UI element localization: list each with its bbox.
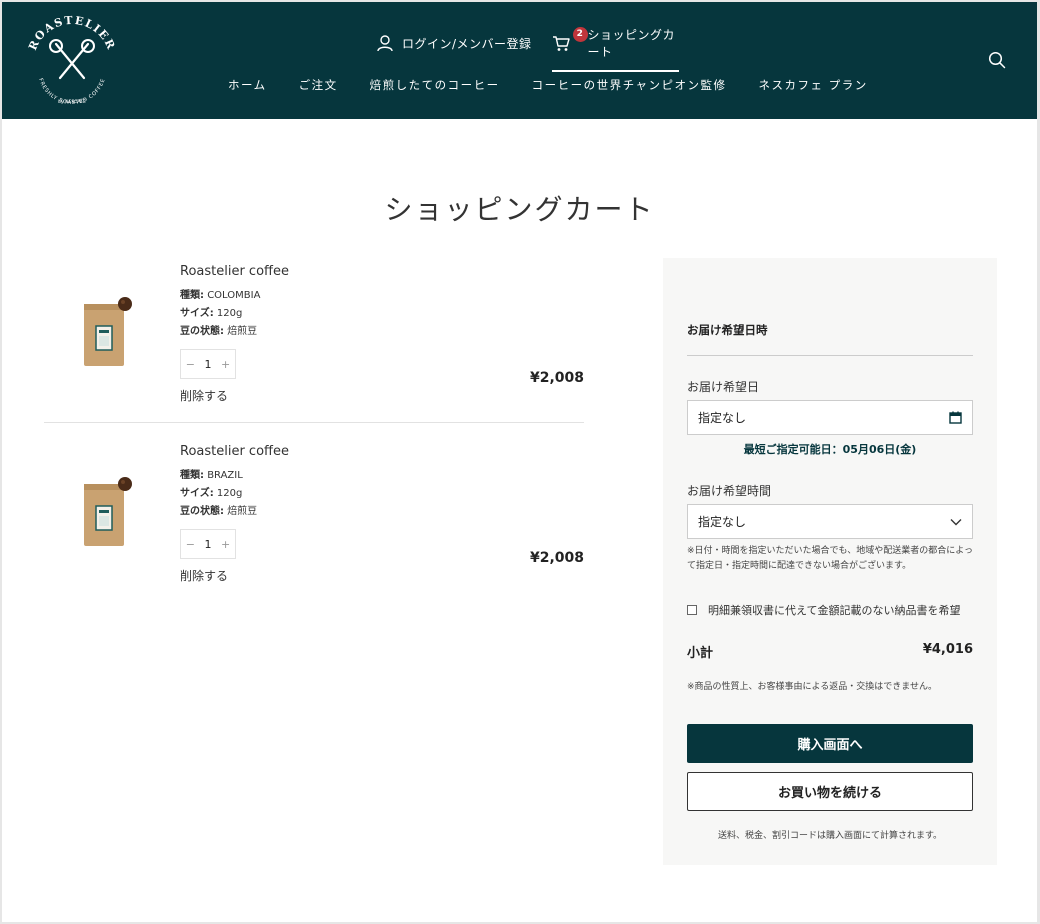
nav-item-order[interactable]: ご注文 bbox=[299, 77, 338, 93]
checkout-button[interactable]: 購入画面へ bbox=[687, 724, 973, 763]
item-attr-bean: 豆の状態: 焙煎豆 bbox=[180, 326, 258, 337]
qty-decrease-button[interactable]: − bbox=[186, 538, 195, 551]
quantity-stepper: − 1 + bbox=[180, 349, 236, 379]
cart-label: ショッピングカート bbox=[587, 28, 676, 59]
qty-decrease-button[interactable]: − bbox=[186, 358, 195, 371]
continue-shopping-button[interactable]: お買い物を続ける bbox=[687, 772, 973, 811]
logo-title: ROASTELIER bbox=[26, 14, 116, 53]
login-label: ログイン/メンバー登録 bbox=[402, 36, 532, 51]
account-links: ログイン/メンバー登録 2 ショッピングカート bbox=[376, 26, 679, 72]
receipt-option-row[interactable]: 明細兼領収書に代えて金額記載のない納品書を希望 bbox=[687, 602, 973, 618]
cart-item: Roastelier coffee 種類: COLOMBIA サイズ: 120g… bbox=[44, 260, 584, 423]
item-attr-type: 種類: COLOMBIA bbox=[180, 290, 261, 301]
product-image bbox=[84, 297, 132, 366]
delivery-time-label: お届け希望時間 bbox=[687, 484, 772, 498]
page-title: ショッピングカート bbox=[384, 193, 655, 226]
login-link[interactable]: ログイン/メンバー登録 bbox=[376, 34, 532, 64]
site-header: ROASTELIER FRESHLY ROASTED COFFEE by NES… bbox=[2, 2, 1037, 119]
remove-item-link[interactable]: 削除する bbox=[180, 387, 289, 404]
roastelier-logo-icon: ROASTELIER FRESHLY ROASTED COFFEE by NES… bbox=[26, 14, 118, 106]
nav-item-plan[interactable]: ネスカフェ プラン bbox=[759, 77, 868, 93]
item-attr-size: サイズ: 120g bbox=[180, 308, 243, 319]
user-icon bbox=[377, 35, 393, 52]
nav-item-champion[interactable]: コーヒーの世界チャンピオン監修 bbox=[532, 77, 727, 93]
item-attr-size: サイズ: 120g bbox=[180, 488, 243, 499]
brand-logo[interactable]: ROASTELIER FRESHLY ROASTED COFFEE by NES… bbox=[26, 14, 118, 110]
remove-item-link[interactable]: 削除する bbox=[180, 567, 289, 584]
cart-icon bbox=[552, 35, 570, 51]
delivery-time-select[interactable]: 指定なし bbox=[687, 504, 973, 539]
item-price: ¥2,008 bbox=[529, 370, 584, 386]
subtotal-label: 小計 bbox=[687, 646, 714, 661]
cart-count-badge: 2 bbox=[572, 26, 588, 42]
logo-by: by NESCAFÉ bbox=[58, 97, 86, 105]
item-attr-bean: 豆の状態: 焙煎豆 bbox=[180, 506, 258, 517]
delivery-heading: お届け希望日時 bbox=[687, 323, 768, 337]
svg-text:ROASTELIER: ROASTELIER bbox=[26, 14, 118, 52]
item-details: Roastelier coffee 種類: BRAZIL サイズ: 120g 豆… bbox=[180, 444, 289, 584]
receipt-option-checkbox[interactable] bbox=[687, 605, 697, 615]
cart-icon-wrap: 2 bbox=[552, 26, 588, 52]
cart-link[interactable]: 2 ショッピングカート bbox=[551, 26, 679, 72]
delivery-time-value: 指定なし bbox=[698, 515, 747, 529]
search-icon bbox=[988, 51, 1006, 69]
delivery-date-group: お届け希望日 指定なし 最短ご指定可能日：05月06日(金) bbox=[687, 378, 973, 457]
item-name[interactable]: Roastelier coffee bbox=[180, 264, 289, 279]
item-details: Roastelier coffee 種類: COLOMBIA サイズ: 120g… bbox=[180, 264, 289, 404]
qty-increase-button[interactable]: + bbox=[221, 358, 230, 371]
order-summary-panel: お届け希望日時 お届け希望日 指定なし 最短ご指定可能日：05月06日(金) お… bbox=[663, 258, 997, 865]
product-image bbox=[84, 477, 132, 546]
delivery-note: ※日付・時間を指定いただいた場合でも、地域や配送業者の都合によって指定日・指定時… bbox=[687, 546, 974, 571]
checkout-actions: 購入画面へ お買い物を続ける bbox=[687, 724, 973, 811]
receipt-option-label[interactable]: 明細兼領収書に代えて金額記載のない納品書を希望 bbox=[708, 602, 960, 618]
nav-item-home[interactable]: ホーム bbox=[228, 77, 267, 93]
page-frame: ROASTELIER FRESHLY ROASTED COFFEE by NES… bbox=[2, 2, 1037, 922]
checkout-footnote: 送料、税金、割引コードは購入画面にて計算されます。 bbox=[717, 831, 943, 841]
chevron-down-icon bbox=[950, 518, 962, 525]
nav-item-fresh-coffee[interactable]: 焙煎したてのコーヒー bbox=[370, 77, 500, 93]
cart-item: Roastelier coffee 種類: BRAZIL サイズ: 120g 豆… bbox=[44, 440, 584, 600]
quantity-stepper: − 1 + bbox=[180, 529, 236, 559]
qty-value[interactable]: 1 bbox=[204, 358, 211, 371]
subtotal-value: ¥4,016 bbox=[922, 642, 973, 657]
item-price: ¥2,008 bbox=[529, 550, 584, 566]
delivery-time-group: お届け希望時間 指定なし ※日付・時間を指定いただいた場合でも、地域や配送業者の… bbox=[687, 482, 973, 574]
delivery-date-label: お届け希望日 bbox=[687, 380, 760, 394]
search-button[interactable] bbox=[988, 51, 1006, 73]
item-attr-type: 種類: BRAZIL bbox=[180, 470, 243, 481]
main-nav: ホーム ご注文 焙煎したてのコーヒー コーヒーの世界チャンピオン監修 ネスカフェ… bbox=[228, 77, 900, 93]
delivery-date-value: 指定なし bbox=[698, 411, 747, 425]
qty-increase-button[interactable]: + bbox=[221, 538, 230, 551]
divider bbox=[687, 355, 973, 356]
return-policy-note: ※商品の性質上、お客様事由による返品・交換はできません。 bbox=[687, 682, 938, 692]
calendar-icon bbox=[949, 411, 962, 424]
item-name[interactable]: Roastelier coffee bbox=[180, 444, 289, 459]
earliest-date-text: 最短ご指定可能日：05月06日(金) bbox=[743, 443, 917, 456]
qty-value[interactable]: 1 bbox=[204, 538, 211, 551]
subtotal-row: 小計 ¥4,016 bbox=[687, 642, 973, 661]
delivery-date-picker[interactable]: 指定なし bbox=[687, 400, 973, 435]
